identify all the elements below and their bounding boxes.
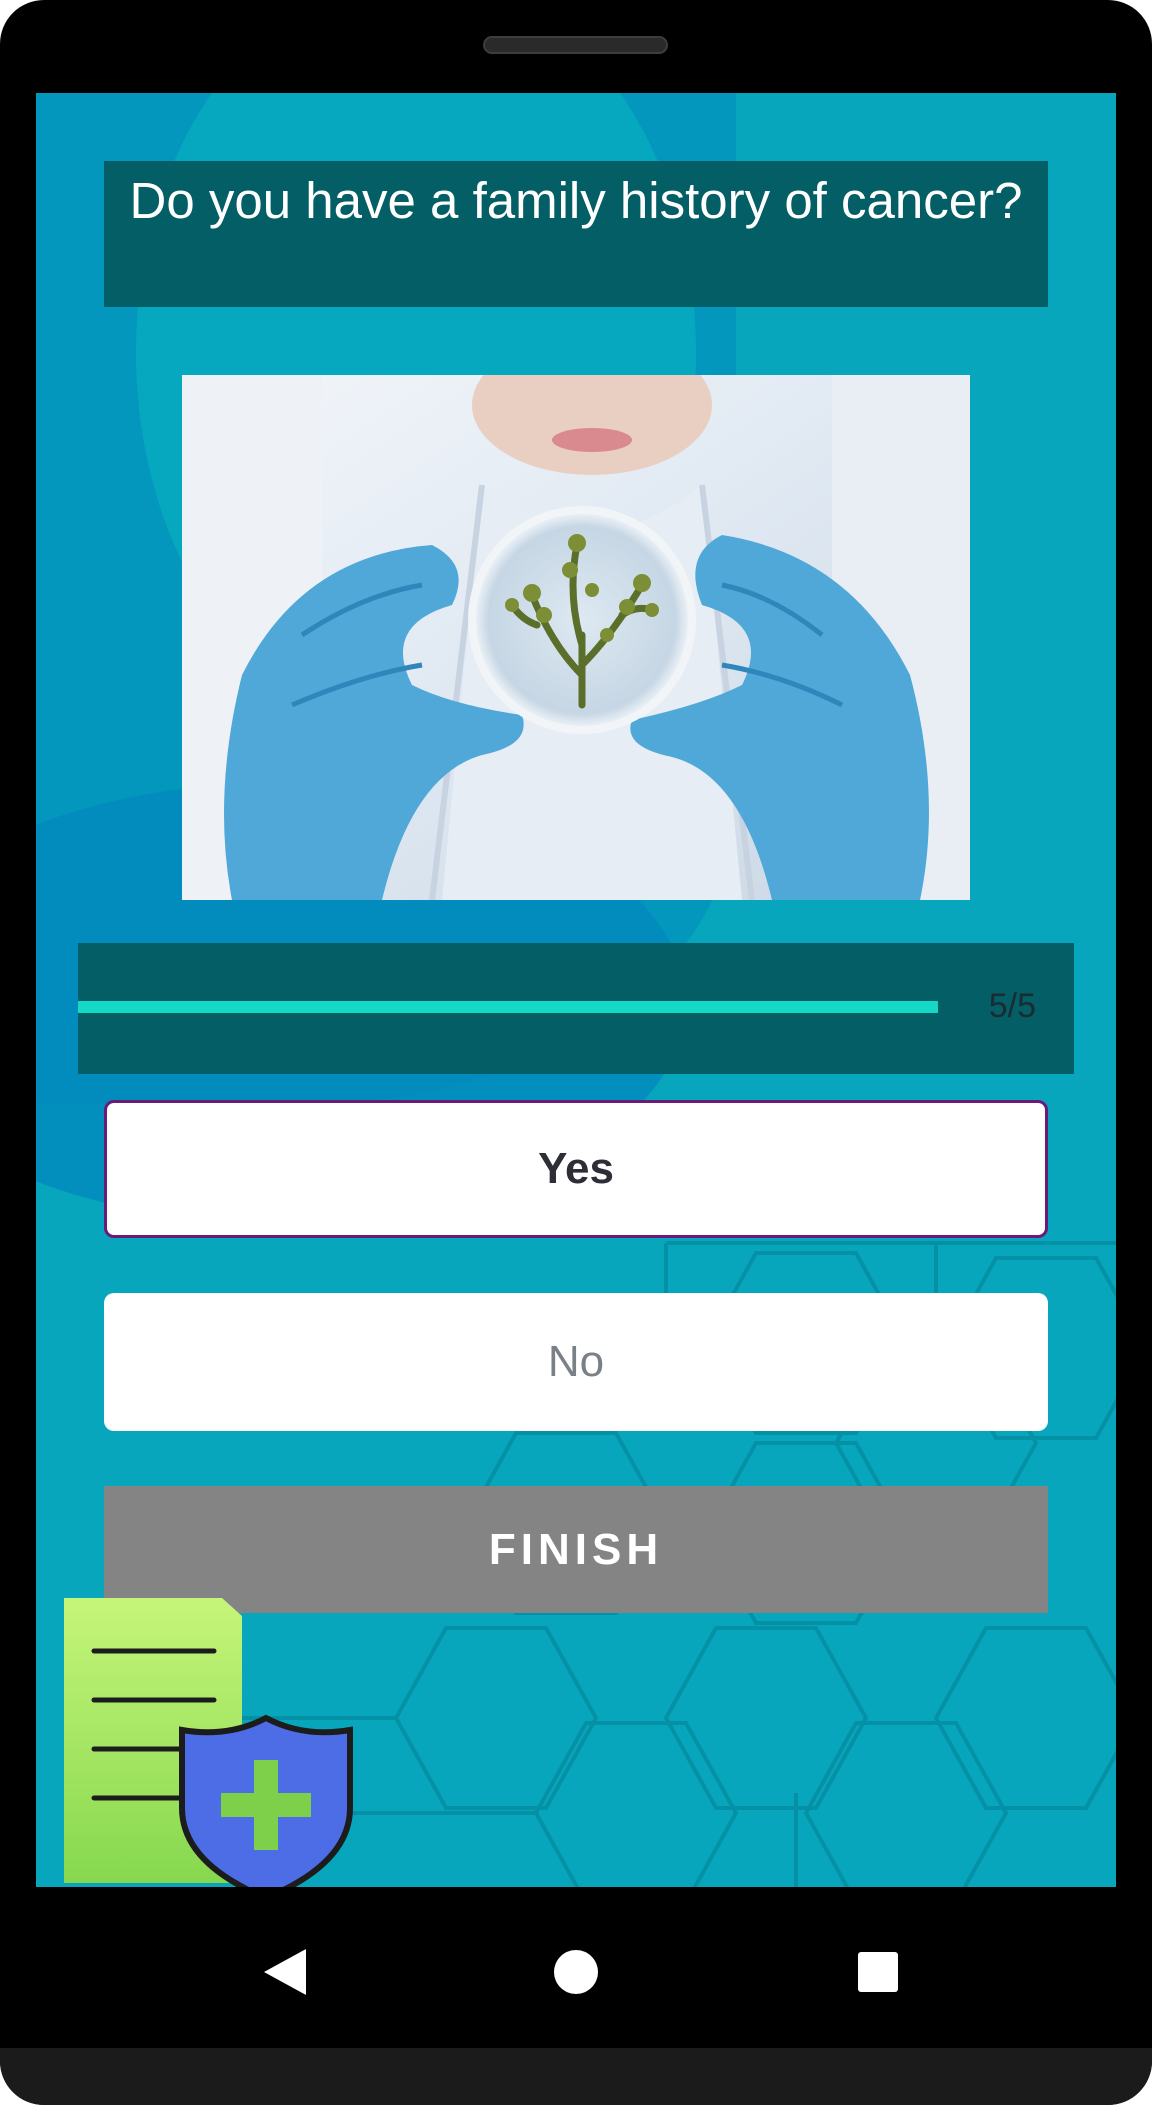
speaker-grille [483, 36, 668, 54]
progress-counter: 5/5 [988, 987, 1036, 1025]
system-navigation-bar [36, 1887, 1116, 2057]
question-title: Do you have a family history of cancer? [104, 161, 1048, 307]
answer-option-yes[interactable]: Yes [104, 1100, 1048, 1238]
app-screen: Do you have a family history of cancer? [36, 93, 1116, 1887]
scientist-petri-dish-image [182, 375, 970, 900]
back-triangle-icon[interactable] [248, 1937, 318, 2007]
answer-option-no[interactable]: No [104, 1293, 1048, 1431]
insurance-document-shield-icon [64, 1598, 353, 1887]
progress-bar [78, 1001, 938, 1013]
progress-panel: 5/5 [78, 943, 1074, 1074]
device-chin [0, 2048, 1152, 2105]
home-circle-icon[interactable] [541, 1937, 611, 2007]
finish-button[interactable]: FINISH [104, 1486, 1048, 1613]
recents-square-icon[interactable] [843, 1937, 913, 2007]
phone-frame: Do you have a family history of cancer? [0, 0, 1152, 2105]
progress-bar-fill [78, 1001, 938, 1013]
